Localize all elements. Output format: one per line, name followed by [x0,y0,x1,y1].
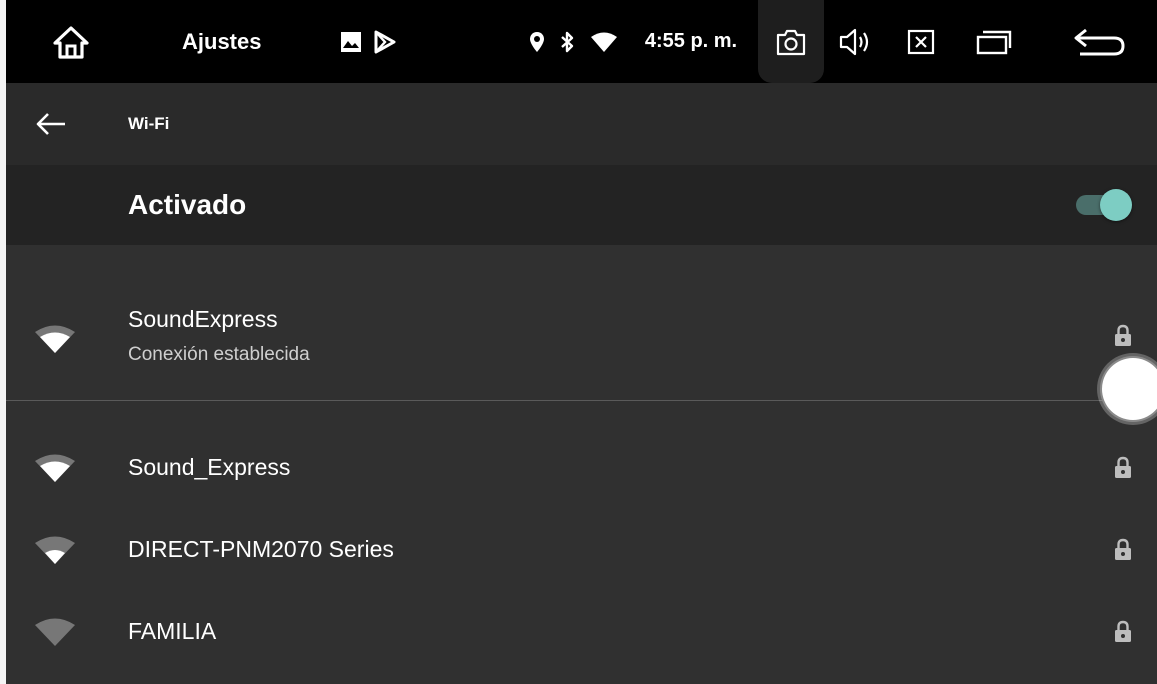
page-title: Wi-Fi [128,114,170,133]
list-divider [6,400,1157,401]
gallery-icon [338,0,364,83]
network-item[interactable]: DIRECT-PNM2070 Series [6,510,1157,590]
home-icon[interactable] [46,0,96,83]
wifi-toggle[interactable] [1074,189,1134,221]
app-toolbar: Wi-Fi [6,83,1157,165]
network-item[interactable]: Sound_Express [6,428,1157,508]
navigate-back-button[interactable] [34,107,68,141]
recent-apps-icon[interactable] [974,0,1014,83]
lock-icon [1115,456,1131,478]
status-bar: Ajustes 4:55 p. m. [6,0,1157,83]
volume-icon[interactable] [836,0,876,83]
network-item[interactable]: SoundExpress Conexión establecida [6,284,1157,400]
wifi-master-switch-bar[interactable]: Activado [6,165,1157,245]
wifi-signal-icon [35,454,75,482]
lock-icon [1115,324,1131,346]
bluetooth-icon [556,0,578,83]
network-ssid: SoundExpress [128,306,278,332]
wifi-signal-icon [35,618,75,646]
app-title: Ajustes [182,28,262,54]
network-item[interactable]: FAMILIA [6,592,1157,672]
network-ssid: Sound_Express [128,454,291,480]
settings-screen: Ajustes 4:55 p. m. Wi-Fi Activado SoundE… [6,0,1157,684]
screenshot-icon[interactable] [774,0,808,83]
close-window-icon[interactable] [904,0,938,83]
location-icon [526,0,548,83]
play-store-icon [371,0,399,83]
wifi-signal-icon [589,0,619,83]
wifi-signal-icon [35,325,75,353]
lock-icon [1115,620,1131,642]
master-switch-label: Activado [128,189,247,220]
arrow-left-icon [36,113,65,135]
network-ssid: DIRECT-PNM2070 Series [128,536,394,562]
network-status: Conexión establecida [128,344,310,365]
lock-icon [1115,538,1131,560]
status-time: 4:55 p. m. [644,30,738,52]
toggle-thumb [1100,189,1132,221]
assistive-touch-button[interactable] [1102,358,1157,420]
network-ssid: FAMILIA [128,618,217,644]
back-icon[interactable] [1070,0,1128,83]
wifi-signal-icon [35,536,75,564]
